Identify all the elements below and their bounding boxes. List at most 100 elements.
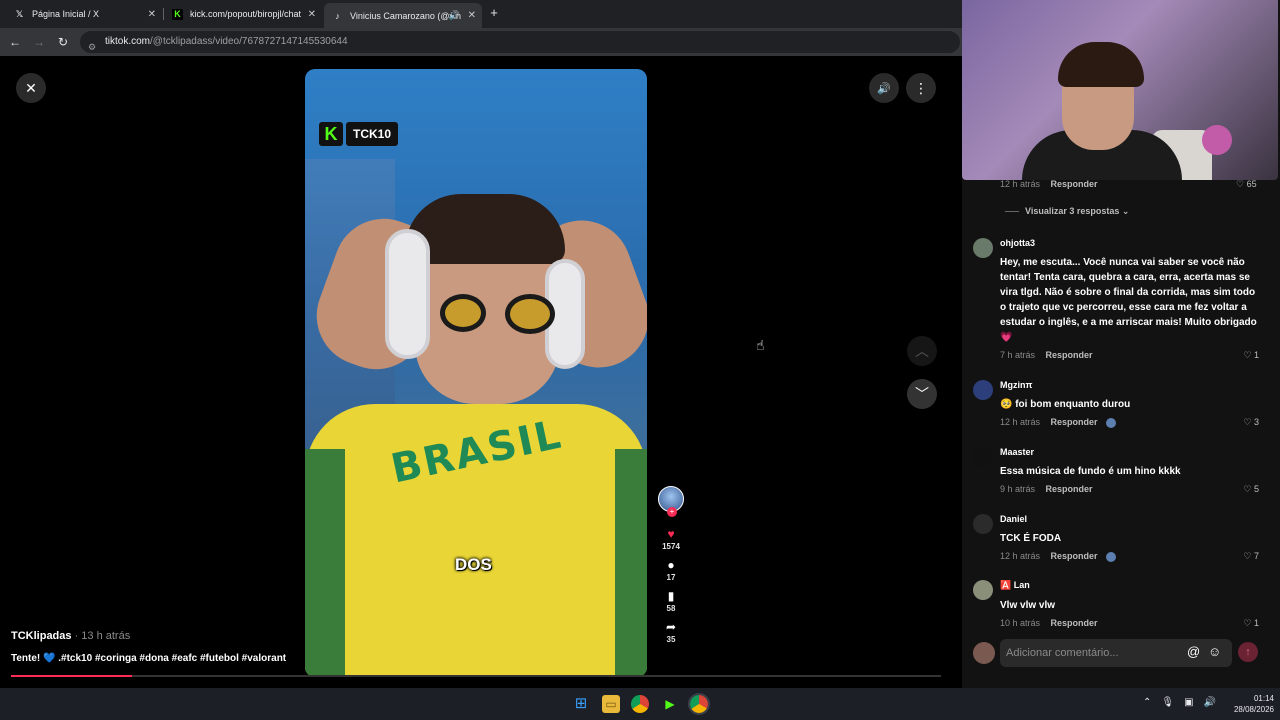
- reload-icon[interactable]: ↻: [55, 34, 71, 50]
- volume-button[interactable]: 🔊: [869, 73, 899, 103]
- tab-kick-chat[interactable]: K kick.com/popout/biropjl/chat ✕: [164, 3, 322, 25]
- webcam-overlay: [962, 0, 1278, 180]
- comment-meta: 12 h atrás Responder: [1000, 179, 1098, 189]
- action-rail: + ♥ 1574 ● 17 ▮ 58 ➦ 35: [655, 486, 687, 650]
- like-button[interactable]: ♥ 1574: [655, 526, 687, 551]
- follow-plus-icon[interactable]: +: [667, 507, 677, 517]
- comment-text: Vlw vlw vlw: [1000, 600, 1056, 611]
- tab-label: kick.com/popout/biropjl/chat: [190, 9, 302, 19]
- microphone-icon[interactable]: 🎙: [1161, 697, 1174, 708]
- reply-button[interactable]: Responder: [1046, 484, 1093, 494]
- comment-like-button[interactable]: ♡ 65: [1236, 179, 1257, 190]
- reply-button[interactable]: Responder: [1046, 350, 1093, 360]
- avatar[interactable]: [973, 447, 993, 467]
- post-comment-button[interactable]: ↑: [1238, 642, 1258, 662]
- chrome-active-icon[interactable]: [688, 693, 710, 715]
- back-arrow-icon[interactable]: ←: [7, 34, 23, 50]
- comment-user[interactable]: ohjotta3: [1000, 238, 1035, 248]
- share-button[interactable]: ➦ 35: [655, 619, 687, 644]
- webcam-frame-shape: [1058, 42, 1144, 87]
- save-count: 58: [666, 604, 676, 613]
- comment-button[interactable]: ● 17: [655, 557, 687, 582]
- file-explorer-icon[interactable]: ▭: [602, 695, 620, 713]
- video-description: Tente! 💙 .#tck10 #coringa #dona #eafc #f…: [11, 653, 287, 664]
- author-avatar[interactable]: +: [658, 486, 684, 517]
- comment-like-count: 5: [1253, 484, 1259, 494]
- comment-item: ohjotta3 Hey, me escuta... Você nunca va…: [973, 238, 1265, 363]
- taskbar: ⊞ ▭ ▶ ⌃ 🎙 ▣ 🔊 01:14 28/08/2026: [0, 688, 1280, 720]
- tab-label: Vinicius Camarozano (@vin: [350, 10, 462, 21]
- creator-liked-icon: [1106, 551, 1117, 562]
- reply-button[interactable]: Responder: [1051, 618, 1098, 628]
- video-page: ✕ 🔊 ⋮ ︿ ﹀ ☝ BRASIL K TCK10 DOS + ♥ 1574 …: [0, 56, 962, 688]
- reply-button[interactable]: Responder: [1051, 179, 1098, 189]
- avatar[interactable]: [973, 514, 993, 534]
- view-replies-button[interactable]: Visualizar 3 respostas ⌄: [1005, 206, 1129, 217]
- volume-icon[interactable]: 🔊: [1204, 697, 1216, 708]
- tiktok-logo-icon: ♪: [335, 10, 340, 21]
- close-icon[interactable]: ✕: [308, 9, 316, 20]
- avatar[interactable]: [973, 380, 993, 400]
- heart-icon: ♥: [667, 527, 675, 541]
- clock[interactable]: 01:14 28/08/2026: [1222, 693, 1274, 715]
- tab-tiktok[interactable]: ♪ Vinicius Camarozano (@vin 🔊 ✕: [324, 3, 482, 28]
- close-video-button[interactable]: ✕: [16, 73, 46, 103]
- mouse-cursor-icon: ☝: [756, 337, 765, 353]
- video-progress-fill: [11, 675, 132, 677]
- comment-time: 9 h atrás: [1000, 484, 1036, 494]
- reply-button[interactable]: Responder: [1051, 551, 1098, 561]
- author-line: TCKlipadas · 13 h atrás: [11, 630, 130, 642]
- emoji-icon[interactable]: ☺: [1208, 644, 1221, 659]
- comment-user[interactable]: 🅰️ Lan: [1000, 580, 1030, 591]
- forward-arrow-icon[interactable]: →: [31, 34, 47, 50]
- next-video-button[interactable]: ﹀: [907, 379, 937, 409]
- url-path: /@tcklipadass/video/7678727147145530644: [150, 36, 348, 47]
- close-icon[interactable]: ✕: [468, 10, 476, 21]
- comment-input-row: @ ☺ ↑: [962, 634, 1280, 674]
- heart-outline-icon: ♡: [1243, 484, 1252, 494]
- comment-user[interactable]: Maaster: [1000, 447, 1034, 457]
- tab-x-home[interactable]: 𝕏 Página Inicial / X ✕: [6, 3, 162, 25]
- creator-liked-icon: [1106, 417, 1117, 428]
- reply-button[interactable]: Responder: [1051, 417, 1098, 427]
- comment-like-button[interactable]: ♡ 5: [1243, 484, 1259, 495]
- channel-name: TCK10: [346, 122, 399, 146]
- more-options-button[interactable]: ⋮: [906, 73, 936, 103]
- close-icon[interactable]: ✕: [148, 9, 156, 20]
- comment-like-button[interactable]: ♡ 1: [1243, 618, 1259, 629]
- comment-like-button[interactable]: ♡ 1: [1243, 350, 1259, 361]
- author-name[interactable]: TCKlipadas: [11, 630, 72, 642]
- chevron-up-icon: ︿: [915, 343, 929, 359]
- previous-video-button[interactable]: ︿: [907, 336, 937, 366]
- speaker-icon[interactable]: 🔊: [449, 10, 460, 21]
- site-info-icon[interactable]: ⚙: [88, 36, 96, 58]
- chevron-up-icon[interactable]: ⌃: [1143, 697, 1151, 708]
- windows-start-icon[interactable]: ⊞: [572, 695, 590, 713]
- video-progress-bar[interactable]: [11, 675, 941, 677]
- avatar[interactable]: [973, 238, 993, 258]
- video-player[interactable]: BRASIL K TCK10 DOS: [305, 69, 647, 677]
- comment-like-button[interactable]: ♡ 7: [1243, 551, 1259, 562]
- comment-like-button[interactable]: ♡ 3: [1243, 417, 1259, 428]
- comment-item: Daniel TCK É FODA 12 h atrás Responder ♡…: [973, 514, 1265, 564]
- new-tab-button[interactable]: +: [486, 5, 502, 21]
- kick-logo-icon: K: [172, 8, 183, 20]
- mention-icon[interactable]: @: [1187, 644, 1200, 659]
- share-arrow-icon: ➦: [665, 620, 677, 634]
- share-count: 35: [666, 635, 676, 644]
- comment-user[interactable]: Daniel: [1000, 514, 1027, 524]
- comment-user[interactable]: Mgzinπ: [1000, 380, 1032, 390]
- streaming-app-icon[interactable]: ▶: [661, 695, 679, 713]
- comment-item: 🅰️ Lan Vlw vlw vlw 10 h atrás Responder …: [973, 580, 1265, 630]
- comment-item: Maaster Essa música de fundo é um hino k…: [973, 447, 1265, 497]
- save-button[interactable]: ▮ 58: [655, 588, 687, 613]
- heart-outline-icon: ♡: [1243, 618, 1252, 628]
- avatar[interactable]: [973, 580, 993, 600]
- my-avatar: [973, 642, 995, 664]
- chevron-down-icon: ﹀: [915, 386, 929, 402]
- comment-text: Essa música de fundo é um hino kkkk: [1000, 466, 1181, 477]
- chrome-icon[interactable]: [631, 695, 649, 713]
- comment-item: Mgzinπ 🥺 foi bom enquanto durou 12 h atr…: [973, 380, 1265, 430]
- url-input[interactable]: ⚙ tiktok.com/@tcklipadass/video/76787271…: [80, 31, 960, 53]
- network-icon[interactable]: ▣: [1184, 697, 1193, 708]
